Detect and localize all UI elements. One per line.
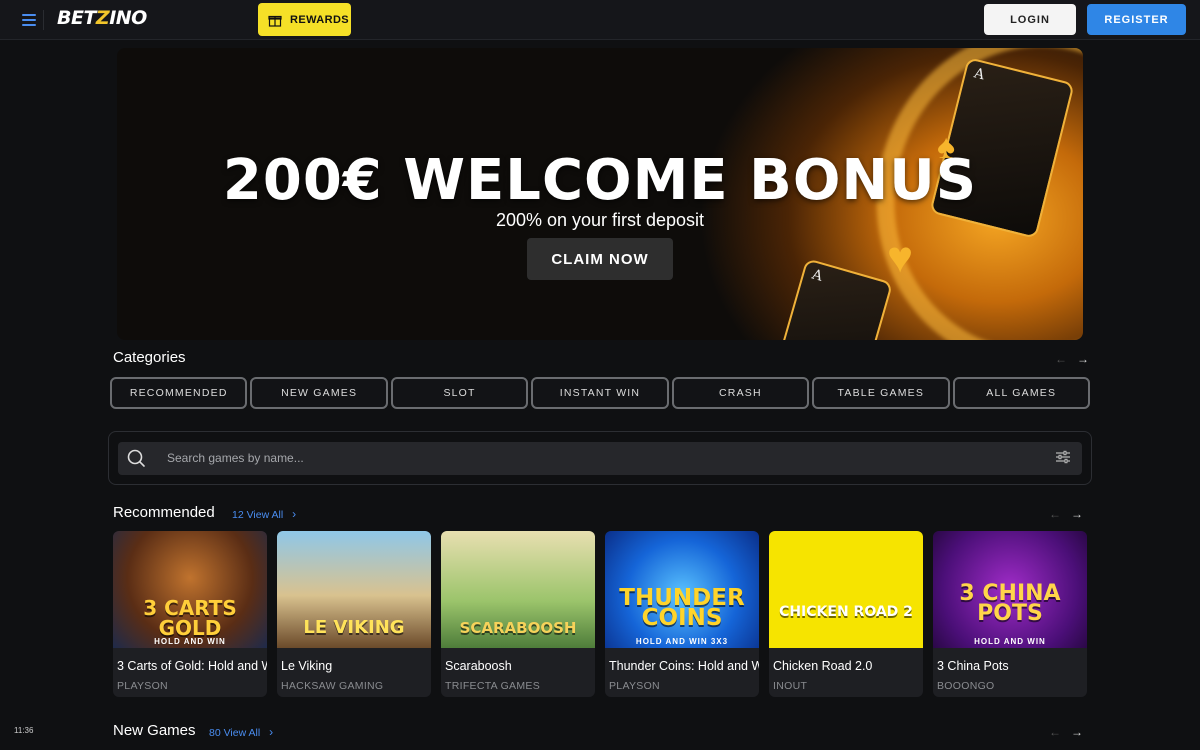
categories-title: Categories (113, 349, 186, 366)
game-card[interactable]: CHICKEN ROAD 2 Chicken Road 2.0 INOUT (769, 531, 923, 697)
category-slot[interactable]: SLOT (390, 377, 529, 409)
recommended-view-all-link[interactable]: 12 View All › (232, 507, 296, 521)
recommended-title: Recommended (113, 504, 215, 521)
login-button[interactable]: LOGIN (984, 4, 1076, 35)
new-games-title: New Games (113, 722, 196, 739)
game-card[interactable]: LE VIKING Le Viking HACKSAW GAMING (277, 531, 431, 697)
arrow-left-icon[interactable]: ← (1049, 507, 1061, 521)
arrow-left-icon[interactable]: ← (1055, 352, 1067, 366)
game-card[interactable]: 3 CHINA POTS HOLD AND WIN 3 China Pots BO… (933, 531, 1087, 697)
hamburger-menu-icon[interactable] (14, 10, 44, 30)
game-provider: PLAYSON (117, 680, 168, 692)
welcome-bonus-banner[interactable]: A ♠ ♥ A 200€ WELCOME BONUS 200% on your … (117, 48, 1083, 340)
recommended-carousel-arrows: ← → (1049, 507, 1083, 521)
game-provider: BOOONGO (937, 680, 995, 692)
new-games-carousel-arrows: ← → (1049, 725, 1083, 739)
category-all-games[interactable]: ALL GAMES (952, 377, 1090, 409)
category-table-games[interactable]: TABLE GAMES (812, 377, 950, 409)
rewards-label: REWARDS (290, 13, 350, 26)
recommended-games-row: 3 CARTS GOLD HOLD AND WIN 3 Carts of Gold… (113, 531, 1087, 697)
claim-now-button[interactable]: CLAIM NOW (527, 238, 673, 280)
chevron-right-icon: › (269, 725, 274, 739)
arrow-right-icon[interactable]: → (1071, 507, 1083, 521)
game-provider: TRIFECTA GAMES (445, 680, 541, 692)
playing-card-ace-clubs: A (770, 258, 894, 340)
game-title: Thunder Coins: Hold and W (609, 659, 759, 673)
game-thumbnail[interactable]: THUNDER COINS HOLD AND WIN 3X3 (605, 531, 759, 648)
game-provider: INOUT (773, 680, 808, 692)
game-thumbnail[interactable]: 3 CHINA POTS HOLD AND WIN (933, 531, 1087, 648)
banner-subtitle: 200% on your first deposit (495, 210, 705, 230)
categories-carousel-arrows: ← → (1055, 352, 1089, 366)
search-placeholder: Search games by name... (167, 451, 304, 465)
game-card[interactable]: 3 CARTS GOLD HOLD AND WIN 3 Carts of Gold… (113, 531, 267, 697)
game-title: 3 China Pots (937, 659, 1009, 673)
chevron-right-icon: › (292, 507, 297, 521)
game-thumbnail[interactable]: 3 CARTS GOLD HOLD AND WIN (113, 531, 267, 648)
arrow-right-icon[interactable]: → (1077, 352, 1089, 366)
search-icon[interactable] (126, 448, 146, 468)
game-title: 3 Carts of Gold: Hold and W (117, 659, 267, 673)
category-new-games[interactable]: NEW GAMES (250, 377, 388, 409)
arrow-left-icon[interactable]: ← (1049, 725, 1061, 739)
game-thumbnail[interactable]: LE VIKING (277, 531, 431, 648)
game-provider: HACKSAW GAMING (281, 680, 384, 692)
game-thumbnail[interactable]: SCARABOOSH (441, 531, 595, 648)
new-games-view-all-link[interactable]: 80 View All › (209, 725, 273, 739)
rewards-button[interactable]: REWARDS (258, 3, 351, 36)
top-header: BETZINO REWARDS LOGIN REGISTER (0, 0, 1200, 40)
arrow-right-icon[interactable]: → (1071, 725, 1083, 739)
category-recommended[interactable]: RECOMMENDED (110, 377, 248, 409)
game-thumbnail[interactable]: CHICKEN ROAD 2 (769, 531, 923, 648)
banner-title: 200€ WELCOME BONUS (222, 148, 978, 213)
category-instant-win[interactable]: INSTANT WIN (531, 377, 669, 409)
heart-icon: ♥ (887, 233, 914, 282)
clock-time: 11:36 (14, 726, 34, 735)
filter-sliders-icon[interactable] (1055, 449, 1071, 465)
game-card[interactable]: SCARABOOSH Scaraboosh TRIFECTA GAMES (441, 531, 595, 697)
gift-icon (268, 15, 282, 27)
category-tabs: RECOMMENDED NEW GAMES SLOT INSTANT WIN C… (110, 377, 1090, 409)
category-crash[interactable]: CRASH (671, 377, 810, 409)
register-button[interactable]: REGISTER (1087, 4, 1186, 35)
game-card[interactable]: THUNDER COINS HOLD AND WIN 3X3 Thunder Co… (605, 531, 759, 697)
game-provider: PLAYSON (609, 680, 660, 692)
game-title: Scaraboosh (445, 659, 512, 673)
game-title: Chicken Road 2.0 (773, 659, 873, 673)
game-title: Le Viking (281, 659, 333, 673)
site-logo[interactable]: BETZINO (57, 7, 147, 29)
